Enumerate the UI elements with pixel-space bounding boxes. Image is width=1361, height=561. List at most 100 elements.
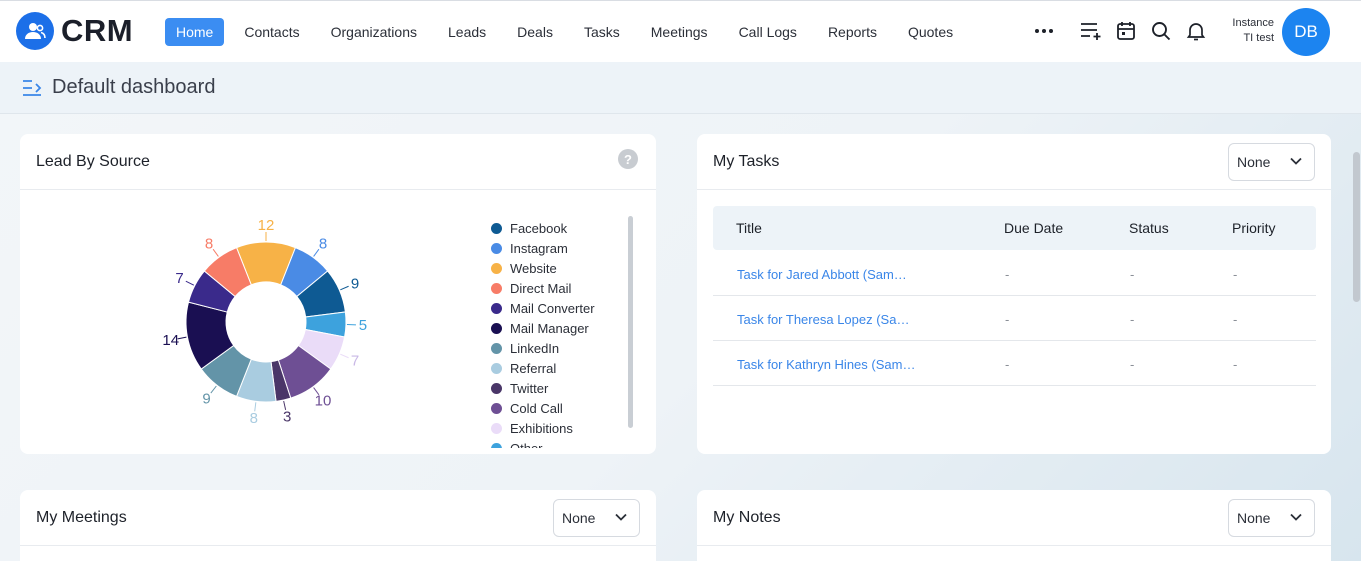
slice-value-label: 8	[250, 410, 258, 427]
tasks-table-header: Title Due Date Status Priority	[713, 206, 1316, 250]
avatar[interactable]: DB	[1282, 8, 1330, 56]
task-status: -	[1130, 357, 1135, 372]
legend-item[interactable]: Cold Call	[491, 398, 641, 418]
legend-label: Mail Manager	[510, 320, 589, 336]
task-title-link[interactable]: Task for Kathryn Hines (Sam…	[737, 357, 915, 372]
column-priority: Priority	[1232, 220, 1276, 236]
bell-icon[interactable]	[1182, 17, 1210, 45]
notes-filter-select[interactable]: None	[1228, 499, 1315, 537]
legend-item[interactable]: Direct Mail	[491, 278, 641, 298]
calendar-icon[interactable]	[1112, 17, 1140, 45]
legend-swatch	[491, 442, 502, 448]
legend-item[interactable]: Mail Manager	[491, 318, 641, 338]
legend-label: Instagram	[510, 240, 568, 256]
card-title: My Notes	[713, 509, 781, 526]
chart-legend: Facebook Instagram Website Direct Mail Mail …	[491, 218, 641, 448]
card-title: My Tasks	[713, 153, 780, 170]
card-header: Lead By Source ?	[20, 134, 656, 190]
legend-swatch	[491, 302, 502, 314]
legend-label: Cold Call	[510, 400, 563, 416]
chevron-down-icon	[1290, 513, 1302, 521]
nav-item-quotes[interactable]: Quotes	[897, 18, 964, 46]
legend-swatch	[491, 402, 502, 414]
table-row: Task for Jared Abbott (Sam… - - -	[713, 251, 1316, 296]
nav-item-contacts[interactable]: Contacts	[233, 18, 310, 46]
task-due-date: -	[1005, 267, 1010, 282]
meetings-filter-select[interactable]: None	[553, 499, 640, 537]
column-due-date: Due Date	[1004, 220, 1064, 236]
legend-label: Direct Mail	[510, 280, 572, 296]
nav-item-organizations[interactable]: Organizations	[320, 18, 428, 46]
my-tasks-card: My Tasks None Title Due Date Status Prio…	[697, 134, 1331, 454]
page-title: Default dashboard	[52, 76, 216, 98]
label-leader-line	[185, 280, 195, 286]
help-icon[interactable]: ?	[618, 149, 638, 169]
nav-item-deals[interactable]: Deals	[506, 18, 564, 46]
instance-line1: Instance	[1232, 17, 1274, 29]
card-title: My Meetings	[36, 509, 127, 526]
nav-actions	[1030, 17, 1217, 45]
dashboard-header: Default dashboard	[0, 62, 1361, 114]
legend-swatch	[491, 322, 502, 334]
app-logo[interactable]: CRM	[16, 12, 133, 50]
app-name: CRM	[61, 13, 134, 48]
card-header: My Notes None	[697, 490, 1331, 546]
task-title-link[interactable]: Task for Jared Abbott (Sam…	[737, 267, 907, 282]
tasks-filter-select[interactable]: None	[1228, 143, 1315, 181]
table-row: Task for Theresa Lopez (Sa… - - -	[713, 296, 1316, 341]
task-priority: -	[1233, 267, 1238, 282]
column-title: Title	[736, 220, 762, 236]
slice-value-label: 9	[351, 275, 359, 292]
chevron-down-icon	[1290, 157, 1302, 165]
slice-value-label: 14	[162, 332, 179, 349]
chevron-down-icon	[615, 513, 627, 521]
legend-label: Exhibitions	[510, 420, 573, 436]
legend-item[interactable]: Website	[491, 258, 641, 278]
legend-label: Mail Converter	[510, 300, 595, 316]
top-navbar: CRM Home Contacts Organizations Leads Deals T…	[0, 0, 1361, 62]
task-priority: -	[1233, 312, 1238, 327]
slice-value-label: 10	[315, 392, 332, 409]
task-due-date: -	[1005, 357, 1010, 372]
slice-value-label: 9	[202, 391, 210, 408]
sidebar-toggle-icon[interactable]	[22, 79, 42, 102]
legend-swatch	[491, 242, 502, 254]
slice-value-label: 12	[258, 217, 275, 234]
users-logo-icon	[16, 12, 54, 50]
legend-item[interactable]: Other	[491, 438, 641, 448]
page-scrollbar[interactable]	[1353, 152, 1360, 302]
nav-item-tasks[interactable]: Tasks	[573, 18, 631, 46]
nav-item-reports[interactable]: Reports	[817, 18, 888, 46]
legend-item[interactable]: Facebook	[491, 218, 641, 238]
legend-item[interactable]: Referral	[491, 358, 641, 378]
legend-item[interactable]: LinkedIn	[491, 338, 641, 358]
legend-label: Facebook	[510, 220, 568, 236]
legend-scrollbar[interactable]	[628, 216, 633, 428]
more-horizontal-icon[interactable]	[1030, 17, 1058, 45]
legend-item[interactable]: Exhibitions	[491, 418, 641, 438]
slice-value-label: 3	[283, 409, 291, 426]
add-list-icon[interactable]	[1077, 17, 1105, 45]
task-title-link[interactable]: Task for Theresa Lopez (Sa…	[737, 312, 909, 327]
nav-item-home[interactable]: Home	[165, 18, 225, 46]
search-icon[interactable]	[1147, 17, 1175, 45]
legend-item[interactable]: Twitter	[491, 378, 641, 398]
legend-label: Website	[510, 260, 557, 276]
select-value: None	[1237, 510, 1271, 526]
nav-item-call-logs[interactable]: Call Logs	[728, 18, 808, 46]
my-meetings-card: My Meetings None	[20, 490, 656, 561]
legend-swatch	[491, 362, 502, 374]
legend-item[interactable]: Instagram	[491, 238, 641, 258]
nav-item-leads[interactable]: Leads	[437, 18, 497, 46]
card-header: My Tasks None	[697, 134, 1331, 190]
legend-swatch	[491, 422, 502, 434]
task-priority: -	[1233, 357, 1238, 372]
legend-item[interactable]: Mail Converter	[491, 298, 641, 318]
legend-swatch	[491, 262, 502, 274]
card-title: Lead By Source	[36, 153, 150, 170]
legend-swatch	[491, 222, 502, 234]
legend-label: Twitter	[510, 380, 549, 396]
nav-item-meetings[interactable]: Meetings	[640, 18, 719, 46]
legend-label: LinkedIn	[510, 340, 560, 356]
lead-by-source-card: Lead By Source ? 12 8 9 5 7 10 3 8 9 14 7 8 Faceboo…	[20, 134, 656, 454]
